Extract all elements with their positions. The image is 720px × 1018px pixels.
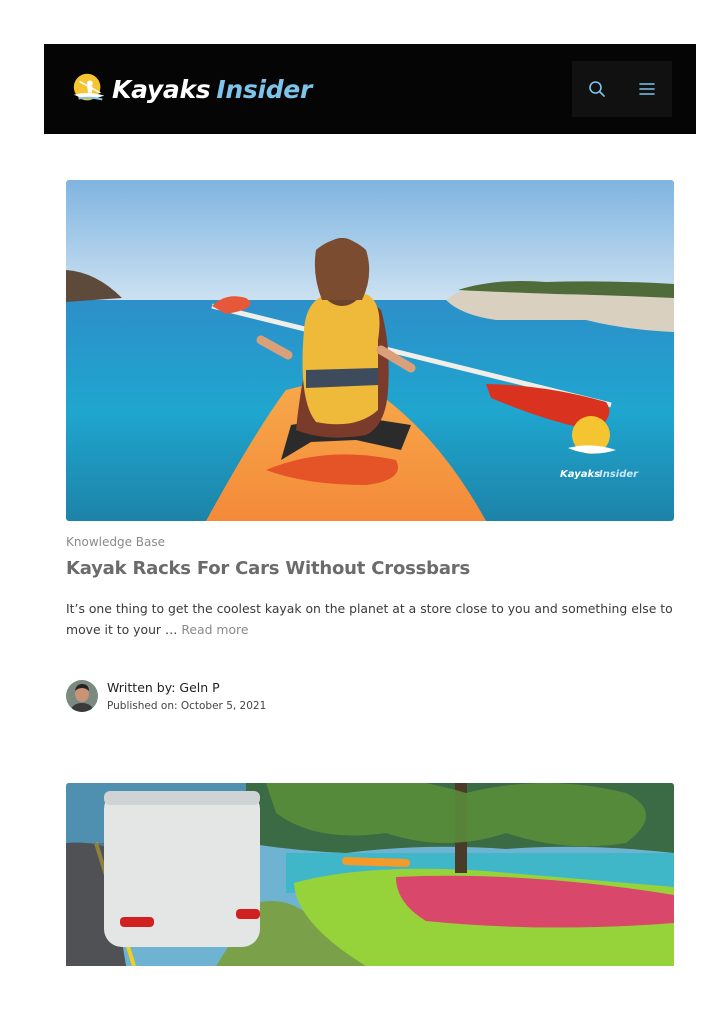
post-author: Written by: Geln P Published on: October… bbox=[66, 680, 266, 712]
post-category-link[interactable]: Knowledge Base bbox=[66, 535, 165, 549]
post-excerpt-text: It’s one thing to get the coolest kayak … bbox=[66, 601, 673, 637]
watermark-word1: Kayaks bbox=[560, 469, 600, 480]
watermark-word2: Insider bbox=[599, 469, 639, 480]
post-title[interactable]: Kayak Racks For Cars Without Crossbars bbox=[66, 558, 470, 579]
logo-word-insider: Insider bbox=[216, 74, 312, 104]
read-more-link[interactable]: Read more bbox=[181, 622, 248, 637]
post-featured-image[interactable]: Kayaks Insider bbox=[66, 180, 674, 521]
site-header: Kayaks Insider bbox=[44, 44, 696, 134]
logo-wordmark: Kayaks Insider bbox=[112, 75, 312, 104]
author-meta: Written by: Geln P Published on: October… bbox=[107, 680, 266, 712]
search-icon bbox=[589, 81, 605, 97]
menu-button[interactable] bbox=[622, 61, 672, 117]
post-featured-image-2[interactable] bbox=[66, 783, 674, 966]
logo-word-kayaks: Kayaks bbox=[112, 74, 211, 104]
post-excerpt: It’s one thing to get the coolest kayak … bbox=[66, 598, 676, 640]
kayak-logo-icon bbox=[73, 73, 105, 101]
hamburger-menu-icon bbox=[639, 83, 655, 95]
publish-date: Published on: October 5, 2021 bbox=[107, 700, 267, 712]
author-name[interactable]: Written by: Geln P bbox=[107, 680, 266, 696]
site-logo[interactable]: Kayaks Insider bbox=[70, 70, 312, 108]
search-button[interactable] bbox=[572, 61, 622, 117]
author-avatar[interactable] bbox=[66, 680, 98, 712]
